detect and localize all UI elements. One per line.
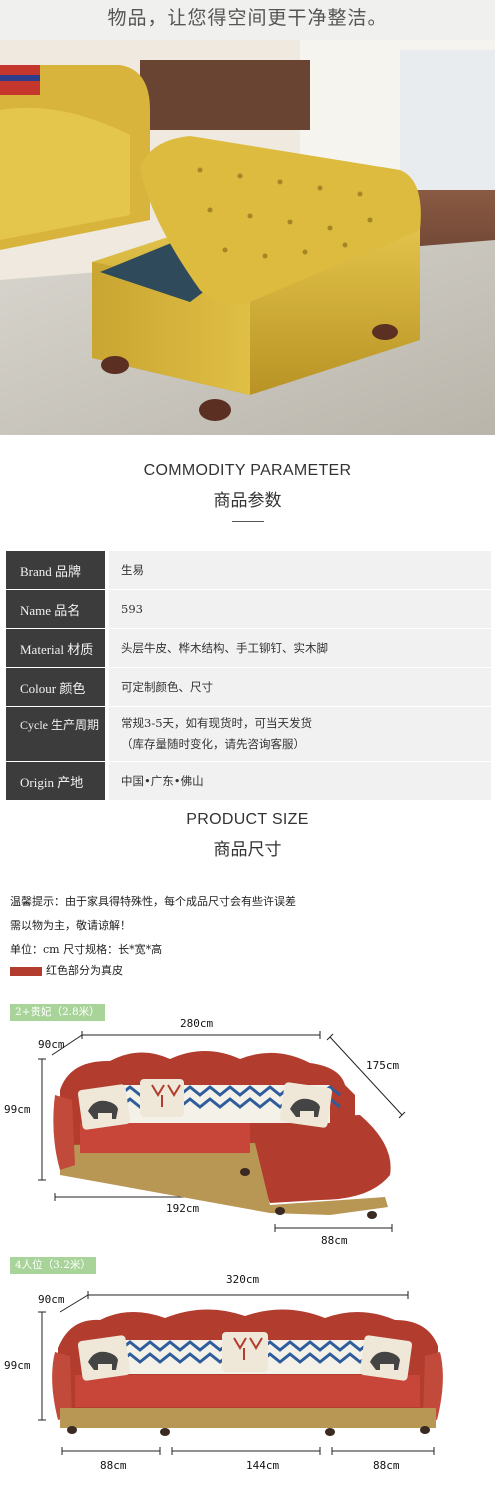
param-row-colour: Colour 颜色 可定制颜色、尺寸 bbox=[6, 668, 491, 706]
top-caption: 物品，让您得空间更干净整洁。 bbox=[0, 0, 495, 40]
ottoman-illustration bbox=[0, 40, 495, 435]
sofa1-height-label: 99cm bbox=[4, 1103, 31, 1116]
param-label: Cycle 生产周期 bbox=[6, 707, 105, 761]
param-value: 常规3-5天，如有现货时，可当天发货 （库存量随时变化，请先咨询客服） bbox=[109, 707, 491, 761]
ottoman-product-image bbox=[0, 40, 495, 435]
sofa2-bottom-left-label: 88cm bbox=[100, 1459, 127, 1472]
sofa2-width-label: 320cm bbox=[226, 1273, 260, 1286]
param-row-name: Name 品名 593 bbox=[6, 590, 491, 628]
parameter-title-en: COMMODITY PARAMETER bbox=[143, 462, 352, 479]
param-label: Origin 产地 bbox=[6, 762, 105, 800]
param-value: 生易 bbox=[109, 551, 491, 589]
param-value-line1: 常规3-5天，如有现货时，可当天发货 bbox=[121, 716, 313, 730]
param-label: Colour 颜色 bbox=[6, 668, 105, 706]
param-value-line2: （库存量随时变化，请先咨询客服） bbox=[121, 737, 305, 751]
note-line-2: 需以物为主，敬请谅解！ bbox=[10, 919, 131, 932]
parameter-title-cn: 商品参数 bbox=[213, 491, 282, 511]
sofa2-diagram bbox=[38, 1291, 443, 1455]
param-value: 593 bbox=[109, 590, 491, 628]
note-line-1: 温馨提示：由于家具得特殊性，每个成品尺寸会有些许误差 bbox=[10, 895, 296, 908]
param-label: Brand 品牌 bbox=[6, 551, 105, 589]
sofa1-depth-label: 90cm bbox=[38, 1038, 65, 1051]
sofa1-bottom-left-label: 192cm bbox=[166, 1202, 200, 1215]
param-label: Material 材质 bbox=[6, 629, 105, 667]
sofa2-bottom-right-label: 88cm bbox=[373, 1459, 400, 1472]
param-row-cycle: Cycle 生产周期 常规3-5天，如有现货时，可当天发货 （库存量随时变化，请… bbox=[6, 707, 491, 761]
sofa1-bottom-right-label: 88cm bbox=[321, 1234, 348, 1247]
param-value: 中国•广东•佛山 bbox=[109, 762, 491, 800]
leather-color-swatch bbox=[10, 966, 42, 976]
param-row-brand: Brand 品牌 生易 bbox=[6, 551, 491, 589]
leather-legend-text: 红色部分为真皮 bbox=[46, 964, 123, 977]
sofa1-width-label: 280cm bbox=[180, 1017, 214, 1030]
sofa2-bottom-mid-label: 144cm bbox=[246, 1459, 280, 1472]
param-label: Name 品名 bbox=[6, 590, 105, 628]
sofa1-diagram bbox=[38, 1031, 406, 1232]
param-row-origin: Origin 产地 中国•广东•佛山 bbox=[6, 762, 491, 800]
sofa1-body bbox=[53, 1051, 391, 1219]
size-title-cn: 商品尺寸 bbox=[213, 840, 282, 860]
sofa2-height-label: 99cm bbox=[4, 1359, 31, 1372]
note-line-3: 单位：cm 尺寸规格：长*宽*高 bbox=[10, 943, 163, 956]
parameter-table: Brand 品牌 生易 Name 品名 593 Material 材质 头层牛皮… bbox=[6, 551, 491, 801]
param-value: 头层牛皮、桦木结构、手工铆钉、实木脚 bbox=[109, 629, 491, 667]
leather-legend: 红色部分为真皮 bbox=[10, 962, 123, 978]
param-row-material: Material 材质 头层牛皮、桦木结构、手工铆钉、实木脚 bbox=[6, 629, 491, 667]
parameter-divider bbox=[232, 521, 264, 522]
param-value: 可定制颜色、尺寸 bbox=[109, 668, 491, 706]
sofa2-depth-label: 90cm bbox=[38, 1293, 65, 1306]
sofa2-body bbox=[52, 1309, 443, 1436]
sofa2-tag: 4人位（3.2米） bbox=[10, 1257, 96, 1274]
size-title-en: PRODUCT SIZE bbox=[186, 811, 309, 828]
sofa1-chaise-label: 175cm bbox=[366, 1059, 400, 1072]
